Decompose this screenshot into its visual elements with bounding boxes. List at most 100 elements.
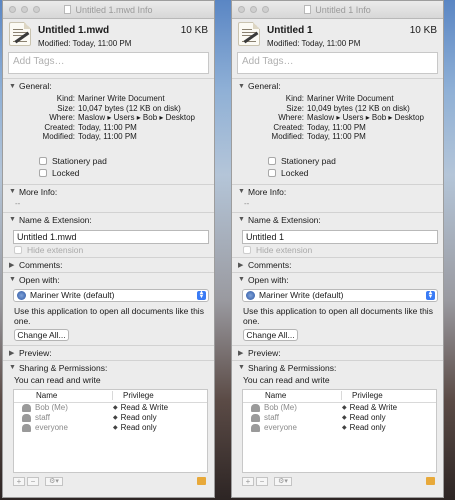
change-all-button[interactable]: Change All... <box>14 328 69 341</box>
zoom-button[interactable] <box>262 6 269 13</box>
comments-disclosure[interactable]: ▶ Comments: <box>232 258 443 272</box>
document-icon <box>304 5 312 14</box>
permissions-toolbar: + − ⚙▾ <box>242 476 437 487</box>
sharing-disclosure[interactable]: ▼ Sharing & Permissions: <box>3 361 214 375</box>
file-size: 10 KB <box>409 25 437 36</box>
open-with-section: ▼ Open with: Mariner Write (default) ▲ ▼ … <box>3 271 214 345</box>
stationery-pad-checkbox[interactable]: Stationery pad <box>232 155 443 167</box>
open-with-popup[interactable]: Mariner Write (default) ▲ ▼ <box>242 288 438 302</box>
size-row: Size: 10,047 bytes (12 KB on disk) <box>57 103 181 113</box>
minimize-button[interactable] <box>21 6 28 13</box>
locked-checkbox[interactable]: Locked <box>232 167 443 179</box>
remove-button[interactable]: − <box>256 476 268 486</box>
general-rows: Kind: Mariner Write Document Size: 10,049 … <box>232 94 443 142</box>
user-icon <box>22 403 31 412</box>
general-rows: Kind: Mariner Write Document Size: 10,047 … <box>3 94 214 142</box>
more-info-section: ▼ More Info: -- <box>3 183 214 212</box>
table-row[interactable]: staff ◆ Read only <box>14 413 207 423</box>
disclosure-open-icon: ▼ <box>238 188 245 195</box>
disclosure-open-icon: ▼ <box>9 364 16 371</box>
open-with-description: Use this application to open all documen… <box>14 305 204 326</box>
open-with-disclosure[interactable]: ▼ Open with: <box>3 273 214 287</box>
general-disclosure[interactable]: ▼ General: <box>3 79 214 93</box>
comments-disclosure[interactable]: ▶ Comments: <box>3 258 214 272</box>
name-field[interactable]: Untitled 1 <box>242 229 438 244</box>
size-row: Size: 10,049 bytes (12 KB on disk) <box>286 103 410 113</box>
stepper-icon: ◆ <box>113 415 118 421</box>
remove-button[interactable]: − <box>27 476 39 486</box>
info-window: Untitled 1.mwd Info Untitled 1.mwd 10 KB… <box>2 0 215 498</box>
open-with-popup[interactable]: Mariner Write (default) ▲ ▼ <box>13 288 209 302</box>
group-icon <box>251 413 260 422</box>
change-all-button[interactable]: Change All... <box>243 328 298 341</box>
file-name: Untitled 1.mwd <box>38 25 110 36</box>
window-controls <box>9 6 40 13</box>
sharing-section: ▼ Sharing & Permissions: You can read an… <box>3 359 214 487</box>
hide-extension-checkbox[interactable]: Hide extension <box>232 244 443 257</box>
disclosure-open-icon: ▼ <box>9 276 16 283</box>
table-row[interactable]: everyone ◆ Read only <box>14 423 207 433</box>
window-title: Untitled 1.mwd Info <box>75 4 153 15</box>
locked-checkbox[interactable]: Locked <box>3 167 214 179</box>
popup-arrows-icon: ▲ ▼ <box>197 289 206 300</box>
tags-field[interactable]: Add Tags… <box>8 52 209 74</box>
disclosure-open-icon: ▼ <box>238 216 245 223</box>
add-button[interactable]: + <box>13 476 25 486</box>
sharing-disclosure[interactable]: ▼ Sharing & Permissions: <box>232 361 443 375</box>
open-with-section: ▼ Open with: Mariner Write (default) ▲ ▼ … <box>232 271 443 345</box>
group-icon <box>251 423 260 432</box>
privilege-column-header[interactable]: Privilege <box>342 391 383 400</box>
permission-status: You can read and write <box>14 374 101 385</box>
file-header: Untitled 1 10 KB Modified: Today, 11:00 … <box>232 19 443 52</box>
lock-icon[interactable] <box>197 476 206 485</box>
name-column-header[interactable]: Name <box>14 391 113 400</box>
disclosure-open-icon: ▼ <box>9 216 16 223</box>
open-with-disclosure[interactable]: ▼ Open with: <box>232 273 443 287</box>
minimize-button[interactable] <box>250 6 257 13</box>
more-info-disclosure[interactable]: ▼ More Info: <box>3 185 214 199</box>
preview-disclosure[interactable]: ▶ Preview: <box>232 346 443 360</box>
zoom-button[interactable] <box>33 6 40 13</box>
disclosure-closed-icon: ▶ <box>238 261 244 269</box>
disclosure-closed-icon: ▶ <box>238 349 244 357</box>
title-bar[interactable]: Untitled 1 Info <box>232 1 443 19</box>
table-row[interactable]: Bob (Me) ◆ Read & Write <box>243 403 436 413</box>
close-button[interactable] <box>9 6 16 13</box>
title-bar[interactable]: Untitled 1.mwd Info <box>3 1 214 19</box>
more-info-value: -- <box>244 198 250 208</box>
stationery-pad-checkbox[interactable]: Stationery pad <box>3 155 214 167</box>
file-name: Untitled 1 <box>267 25 313 36</box>
where-row: Where: Maslow ▸ Users ▸ Bob ▸ Desktop <box>278 113 424 122</box>
preview-disclosure[interactable]: ▶ Preview: <box>3 346 214 360</box>
table-row[interactable]: Bob (Me) ◆ Read & Write <box>14 403 207 413</box>
stepper-icon: ◆ <box>342 425 347 431</box>
tags-field[interactable]: Add Tags… <box>237 52 438 74</box>
table-row[interactable]: staff ◆ Read only <box>243 413 436 423</box>
lock-icon[interactable] <box>426 476 435 485</box>
document-icon <box>9 22 31 46</box>
add-button[interactable]: + <box>242 476 254 486</box>
hide-extension-checkbox[interactable]: Hide extension <box>3 244 214 257</box>
more-info-disclosure[interactable]: ▼ More Info: <box>232 185 443 199</box>
stepper-icon: ◆ <box>113 405 118 411</box>
table-row[interactable]: everyone ◆ Read only <box>243 423 436 433</box>
general-section: ▼ General: Kind: Mariner Write Document S… <box>3 78 214 184</box>
disclosure-open-icon: ▼ <box>238 364 245 371</box>
name-extension-disclosure[interactable]: ▼ Name & Extension: <box>3 213 214 227</box>
general-disclosure[interactable]: ▼ General: <box>232 79 443 93</box>
name-column-header[interactable]: Name <box>243 391 342 400</box>
group-icon <box>22 423 31 432</box>
file-header: Untitled 1.mwd 10 KB Modified: Today, 11… <box>3 19 214 52</box>
gear-icon[interactable]: ⚙▾ <box>274 476 292 486</box>
disclosure-open-icon: ▼ <box>238 276 245 283</box>
stepper-icon: ◆ <box>342 415 347 421</box>
window-controls <box>238 6 269 13</box>
name-extension-disclosure[interactable]: ▼ Name & Extension: <box>232 213 443 227</box>
name-field[interactable]: Untitled 1.mwd <box>13 229 209 244</box>
document-icon <box>64 5 72 14</box>
more-info-section: ▼ More Info: -- <box>232 183 443 212</box>
close-button[interactable] <box>238 6 245 13</box>
gear-icon[interactable]: ⚙▾ <box>45 476 63 486</box>
privilege-column-header[interactable]: Privilege <box>113 391 154 400</box>
table-header: Name Privilege <box>243 390 436 403</box>
